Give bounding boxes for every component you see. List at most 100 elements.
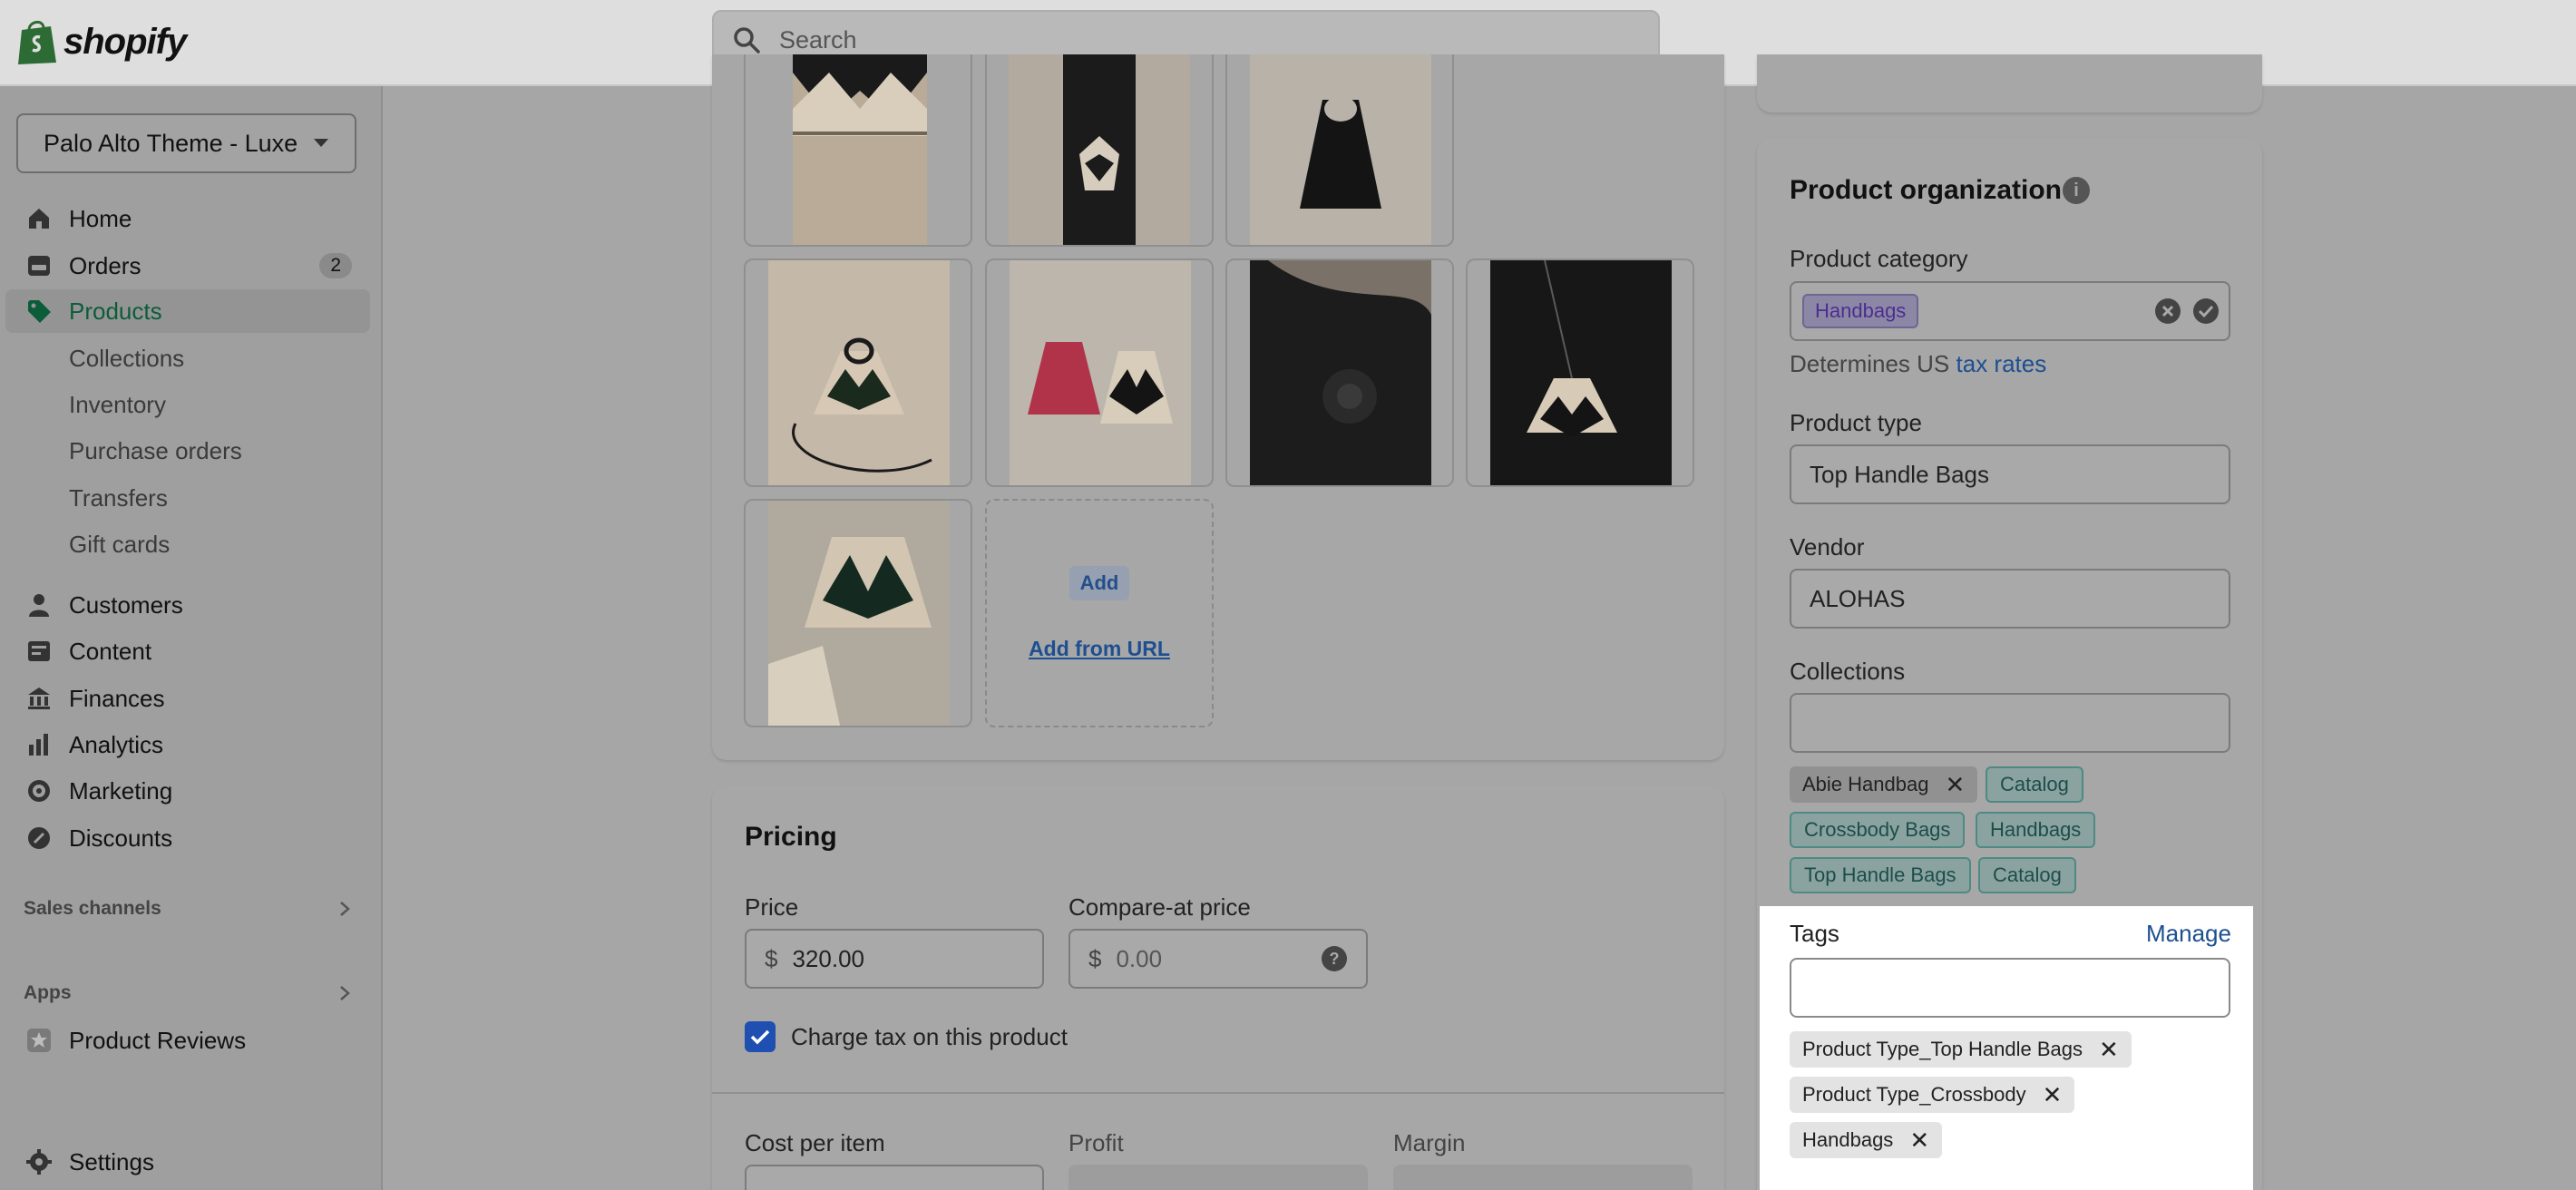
price-input[interactable]: $ 320.00	[745, 929, 1044, 989]
check-icon	[750, 1029, 770, 1045]
sidebar-item-discounts[interactable]: Discounts	[0, 816, 372, 860]
collections-label: Collections	[1790, 658, 1906, 685]
product-type-input[interactable]: Top Handle Bags	[1790, 444, 2230, 504]
sidebar-item-customers[interactable]: Customers	[0, 583, 372, 627]
sidebar-item-label: Gift cards	[69, 530, 171, 558]
sidebar-item-label: Inventory	[69, 390, 166, 418]
sidebar-item-orders[interactable]: Orders 2	[0, 244, 372, 288]
sidebar-item-label: Marketing	[69, 776, 173, 805]
sidebar-item-content[interactable]: Content	[0, 629, 372, 673]
sidebar-item-product-reviews[interactable]: Product Reviews	[0, 1019, 372, 1062]
media-image-8[interactable]	[744, 499, 972, 727]
sidebar-item-transfers[interactable]: Transfers	[0, 476, 372, 520]
apps-section[interactable]: Apps	[24, 982, 350, 1004]
person-icon	[25, 591, 53, 619]
cost-per-item-label: Cost per item	[745, 1129, 885, 1156]
product-category-input[interactable]: Handbags	[1790, 281, 2230, 341]
gear-icon	[25, 1148, 53, 1175]
margin-field	[1393, 1165, 1693, 1190]
bag-detail-image	[768, 501, 950, 726]
remove-icon[interactable]: ✕	[1945, 771, 1965, 799]
collection-chip-label: Catalog	[2000, 773, 2069, 795]
info-icon[interactable]: i	[2063, 177, 2090, 204]
sidebar-item-finances[interactable]: Finances	[0, 677, 372, 720]
sales-channels-section[interactable]: Sales channels	[24, 898, 350, 920]
charge-tax-checkbox[interactable]	[745, 1021, 776, 1052]
store-name: Palo Alto Theme - Luxe	[44, 129, 298, 157]
sidebar-item-label: Transfers	[69, 483, 168, 512]
sidebar-item-collections[interactable]: Collections	[0, 337, 372, 380]
shopify-logo[interactable]: shopify	[16, 16, 187, 67]
sidebar-item-label: Home	[69, 204, 132, 232]
media-image-4[interactable]	[744, 258, 972, 487]
apps-label: Apps	[24, 982, 72, 1003]
vendor-value: ALOHAS	[1810, 584, 1906, 612]
profit-field	[1068, 1165, 1368, 1190]
sidebar-item-analytics[interactable]: Analytics	[0, 723, 372, 766]
collection-chip-label: Catalog	[1993, 863, 2062, 886]
model-with-bag-image	[1009, 54, 1190, 245]
svg-text:?: ?	[1330, 950, 1340, 968]
caret-down-icon	[314, 139, 328, 147]
sidebar-item-label: Customers	[69, 590, 183, 619]
search-placeholder: Search	[779, 25, 857, 54]
remove-icon[interactable]: ✕	[2099, 1036, 2119, 1064]
shopify-bag-icon	[18, 21, 56, 64]
sidebar-item-gift-cards[interactable]: Gift cards	[0, 522, 372, 566]
sidebar: Palo Alto Theme - Luxe Home Orders 2 Pro…	[0, 86, 383, 1190]
collection-chip: Abie Handbag ✕	[1790, 766, 1978, 803]
media-image-5[interactable]	[985, 258, 1214, 487]
store-selector[interactable]: Palo Alto Theme - Luxe	[16, 113, 356, 173]
remove-icon[interactable]: ✕	[1909, 1127, 1929, 1155]
media-image-3[interactable]	[1225, 54, 1454, 247]
clear-icon[interactable]	[2154, 298, 2181, 325]
confirm-icon[interactable]	[2192, 298, 2220, 325]
vendor-input[interactable]: ALOHAS	[1790, 569, 2230, 629]
compare-price-input[interactable]: $ 0.00 ?	[1068, 929, 1368, 989]
sidebar-item-label: Content	[69, 637, 152, 665]
product-organization-title: Product organization	[1790, 175, 2062, 205]
sidebar-item-label: Orders	[69, 251, 141, 279]
bank-icon	[25, 685, 53, 712]
sidebar-item-inventory[interactable]: Inventory	[0, 383, 372, 426]
collection-chip: Handbags	[1976, 812, 2096, 848]
sidebar-item-settings[interactable]: Settings	[0, 1140, 372, 1184]
price-label: Price	[745, 893, 799, 921]
sidebar-item-marketing[interactable]: Marketing	[0, 769, 372, 813]
cost-per-item-input[interactable]	[745, 1165, 1044, 1190]
remove-icon[interactable]: ✕	[2043, 1081, 2063, 1109]
media-image-2[interactable]	[985, 54, 1214, 247]
help-icon[interactable]: ?	[1321, 945, 1348, 972]
model-crossbody-image	[1490, 260, 1672, 485]
sidebar-item-purchase-orders[interactable]: Purchase orders	[0, 429, 372, 473]
collections-input[interactable]	[1790, 693, 2230, 753]
tag-chip: Product Type_Top Handle Bags ✕	[1790, 1031, 2132, 1068]
shopify-wordmark: shopify	[63, 21, 187, 62]
product-category-label: Product category	[1790, 245, 1968, 272]
margin-label: Margin	[1393, 1129, 1466, 1156]
media-dropzone[interactable]: Add Add from URL	[985, 499, 1214, 727]
tags-label: Tags	[1790, 920, 1839, 947]
search-icon	[734, 27, 760, 54]
pricing-divider	[712, 1092, 1724, 1094]
tax-rates-link[interactable]: tax rates	[1956, 350, 2047, 377]
tag-chip-label: Product Type_Crossbody	[1802, 1083, 2026, 1106]
manage-tags-link[interactable]: Manage	[2146, 920, 2231, 948]
crossbody-bag-image	[768, 260, 950, 485]
tags-input[interactable]	[1790, 958, 2230, 1018]
collection-chip-label: Abie Handbag	[1802, 773, 1929, 795]
price-currency: $	[765, 944, 778, 972]
media-image-1[interactable]	[744, 54, 972, 247]
sidebar-item-home[interactable]: Home	[0, 197, 372, 240]
content-icon	[25, 638, 53, 665]
add-media-button[interactable]: Add	[1068, 565, 1130, 600]
add-from-url-link[interactable]: Add from URL	[1029, 637, 1170, 661]
sidebar-item-products[interactable]: Products	[5, 289, 370, 333]
media-image-7[interactable]	[1466, 258, 1694, 487]
media-image-6[interactable]	[1225, 258, 1454, 487]
sidebar-item-label: Collections	[69, 344, 185, 372]
sidebar-item-label: Settings	[69, 1147, 154, 1175]
star-app-icon	[25, 1027, 53, 1054]
compare-price-currency: $	[1088, 944, 1102, 972]
collection-chip-label: Top Handle Bags	[1804, 863, 1956, 886]
